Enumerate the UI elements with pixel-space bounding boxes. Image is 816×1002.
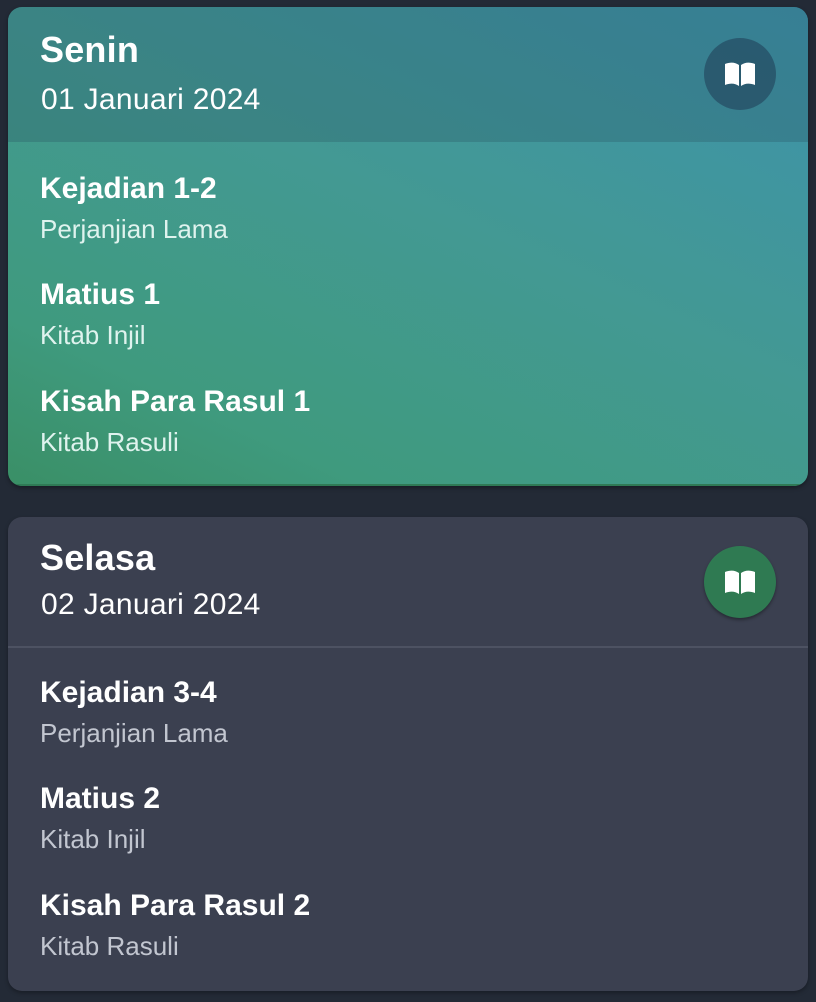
reading-title: Kejadian 1-2 — [40, 172, 217, 205]
day-card-header: Selasa 02 Januari 2024 — [8, 517, 808, 648]
read-button[interactable] — [704, 546, 776, 618]
reading-plan-list: Senin 01 Januari 2024 Kejadian 1-2 Perja… — [0, 0, 816, 1002]
reading-title: Matius 2 — [40, 782, 161, 815]
day-card-selasa[interactable]: Selasa 02 Januari 2024 Kejadian 3-4 Perj… — [8, 517, 808, 991]
reading-title: Kisah Para Rasul 2 — [40, 889, 311, 922]
reading-category: Kitab Rasuli — [40, 931, 179, 961]
reading-category: Perjanjian Lama — [40, 214, 228, 244]
reading-title: Matius 1 — [40, 278, 161, 311]
day-card-senin[interactable]: Senin 01 Januari 2024 Kejadian 1-2 Perja… — [8, 7, 808, 486]
reading-item[interactable]: Matius 2 Kitab Injil — [40, 782, 160, 855]
reading-item[interactable]: Kisah Para Rasul 2 Kitab Rasuli — [40, 889, 310, 962]
read-button[interactable] — [704, 38, 776, 110]
reading-item[interactable]: Kisah Para Rasul 1 Kitab Rasuli — [40, 385, 310, 458]
reading-item[interactable]: Kejadian 3-4 Perjanjian Lama — [40, 676, 228, 749]
reading-category: Perjanjian Lama — [40, 718, 228, 748]
open-book-icon — [725, 62, 755, 86]
open-book-icon — [725, 570, 755, 594]
day-name: Selasa — [40, 537, 156, 578]
reading-title: Kejadian 3-4 — [40, 676, 217, 709]
reading-item[interactable]: Kejadian 1-2 Perjanjian Lama — [40, 172, 228, 245]
reading-category: Kitab Injil — [40, 824, 146, 854]
reading-item[interactable]: Matius 1 Kitab Injil — [40, 278, 160, 351]
day-card-header: Senin 01 Januari 2024 — [8, 7, 808, 142]
reading-title: Kisah Para Rasul 1 — [40, 385, 311, 418]
day-date: 02 Januari 2024 — [41, 588, 261, 621]
reading-category: Kitab Injil — [40, 320, 146, 350]
day-name: Senin — [40, 29, 140, 70]
reading-category: Kitab Rasuli — [40, 427, 179, 457]
day-date: 01 Januari 2024 — [41, 83, 261, 116]
